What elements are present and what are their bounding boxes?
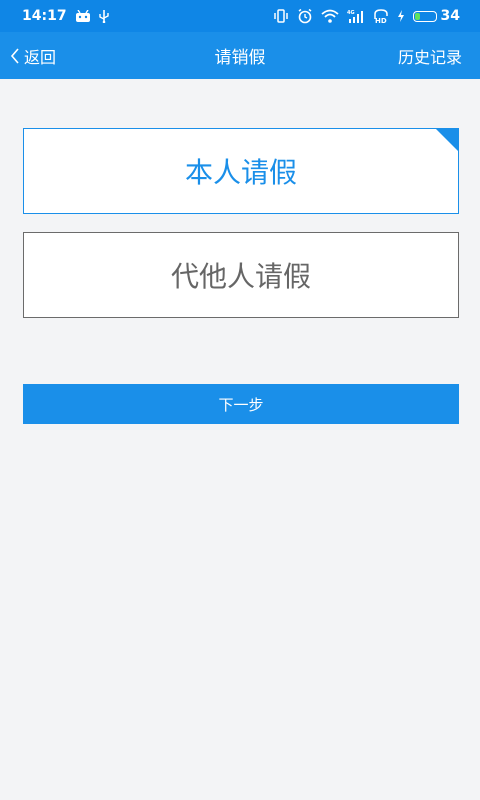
back-button[interactable]: 返回 bbox=[10, 32, 56, 79]
next-step-button[interactable]: 下一步 bbox=[23, 384, 459, 424]
history-button[interactable]: 历史记录 bbox=[398, 32, 462, 79]
option-other-label: 代他人请假 bbox=[170, 260, 311, 293]
wifi-icon bbox=[320, 9, 339, 23]
nav-bar: 返回 请销假 历史记录 bbox=[0, 32, 480, 79]
status-bar-left: 14:17 bbox=[22, 8, 109, 24]
signal-hd-icon: HD bbox=[373, 9, 389, 23]
usb-icon bbox=[98, 9, 109, 23]
android-icon bbox=[75, 10, 91, 22]
option-self-leave[interactable]: 本人请假 bbox=[23, 128, 459, 214]
battery-fill bbox=[414, 12, 420, 20]
selected-corner-mark bbox=[436, 129, 458, 151]
charging-icon bbox=[397, 10, 405, 22]
status-bar: 14:17 4G HD 34 bbox=[0, 0, 480, 32]
battery-level: 34 bbox=[440, 8, 460, 24]
svg-text:4G: 4G bbox=[347, 10, 355, 16]
signal-4g-icon: 4G bbox=[347, 9, 365, 23]
status-time: 14:17 bbox=[22, 8, 67, 24]
back-label: 返回 bbox=[24, 47, 57, 67]
battery-indicator: 34 bbox=[412, 8, 460, 24]
svg-text:HD: HD bbox=[375, 17, 387, 23]
status-bar-right: 4G HD 34 bbox=[273, 8, 460, 24]
alarm-icon bbox=[297, 8, 313, 24]
chevron-left-icon bbox=[10, 47, 20, 65]
option-self-label: 本人请假 bbox=[184, 156, 297, 189]
option-proxy-leave[interactable]: 代他人请假 bbox=[23, 232, 459, 318]
vibrate-icon bbox=[273, 9, 289, 23]
battery-icon bbox=[412, 10, 437, 22]
